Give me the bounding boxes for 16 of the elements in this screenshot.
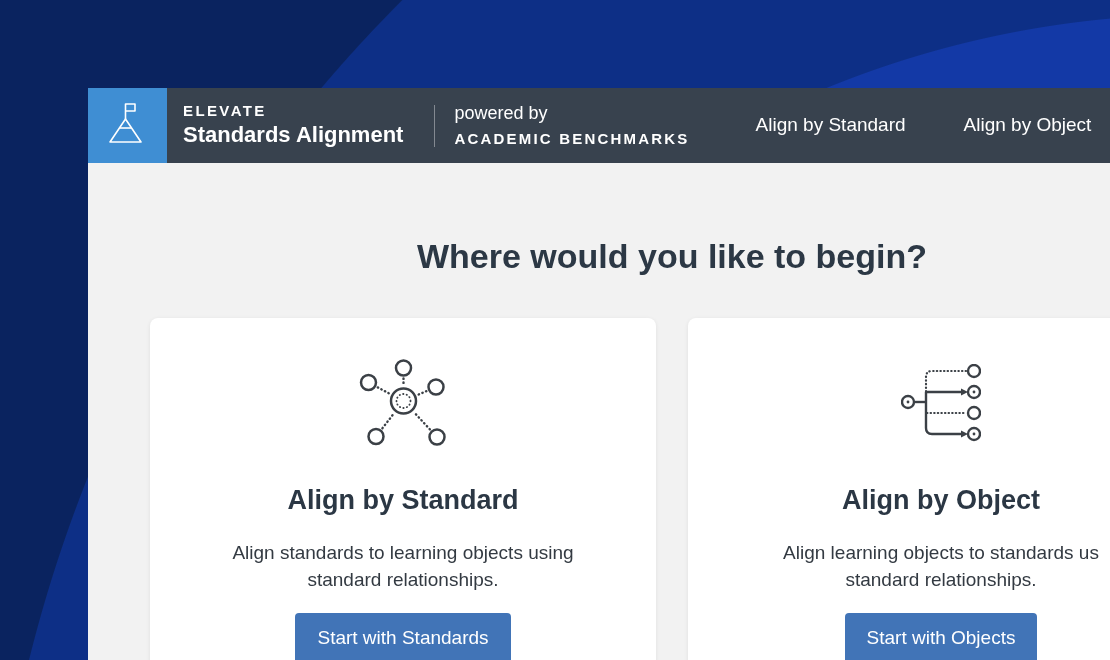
powered-by-text: powered by: [454, 103, 548, 125]
card-description: Align learning objects to standards us standard relationships.: [783, 541, 1099, 593]
flag-mountain-icon[interactable]: [88, 88, 167, 163]
nav-link[interactable]: Align by Standard: [755, 111, 906, 140]
page-heading: Where would you like to begin?: [417, 236, 927, 277]
network-nodes-icon: [359, 358, 447, 448]
start-button[interactable]: Start with Objects: [844, 613, 1038, 660]
partner-name: ACADEMIC BENCHMARKS: [454, 129, 690, 148]
card-description: Align standards to learning objects using standard relationships.: [232, 541, 574, 593]
nav-link[interactable]: Align by Object: [963, 111, 1092, 140]
card-title: Align by Standard: [287, 483, 519, 517]
branching-tree-icon: [901, 363, 981, 442]
app-name: Standards Alignment: [183, 122, 404, 149]
brand-label: ELEVATE: [183, 102, 267, 121]
start-button[interactable]: Start with Standards: [295, 613, 511, 660]
card-title: Align by Object: [842, 483, 1040, 517]
